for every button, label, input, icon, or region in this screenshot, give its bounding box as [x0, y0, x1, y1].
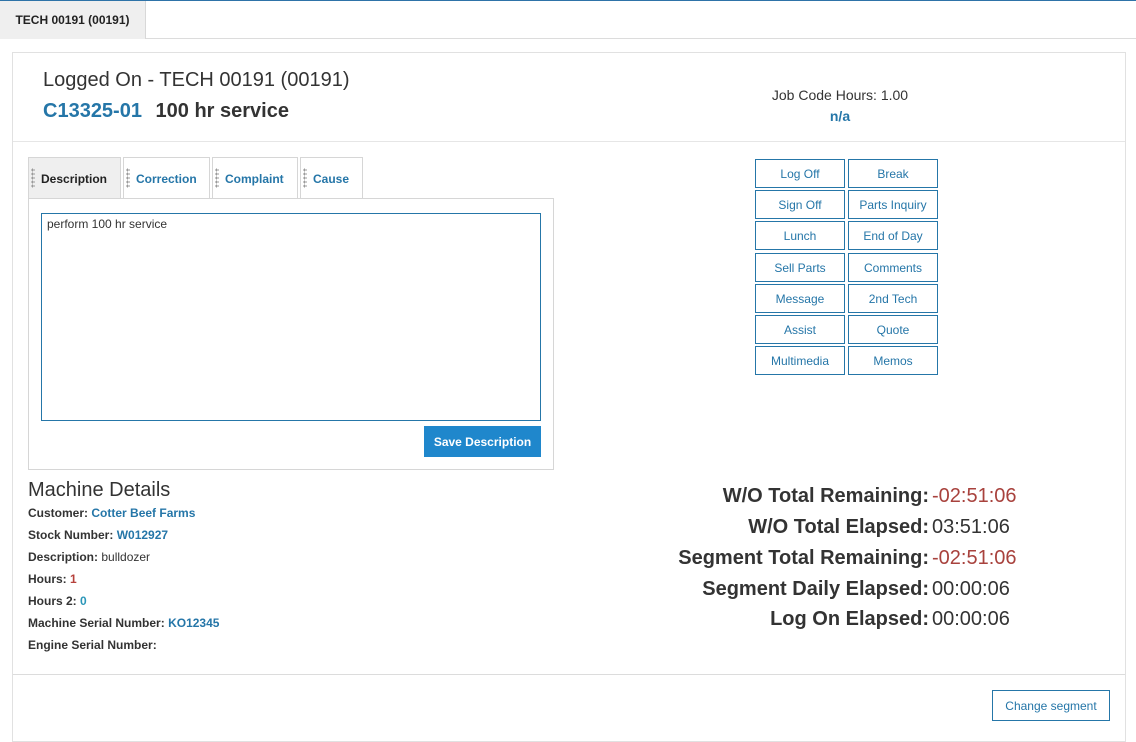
log-off-button[interactable]: Log Off	[755, 159, 845, 188]
log-on-elapsed-label: Log On Elapsed:	[770, 608, 929, 630]
engine-serial-label: Engine Serial Number:	[28, 638, 157, 652]
wo-total-elapsed-label: W/O Total Elapsed:	[748, 516, 929, 538]
tab-description[interactable]: Description	[28, 157, 121, 199]
work-order-number[interactable]: C13325-01	[43, 100, 142, 122]
machine-serial-label: Machine Serial Number:	[28, 616, 165, 630]
hours2-value: 0	[80, 594, 87, 608]
second-tech-button[interactable]: 2nd Tech	[848, 284, 938, 313]
work-order-description: 100 hr service	[155, 100, 289, 122]
hours2-label: Hours 2:	[28, 594, 77, 608]
message-button[interactable]: Message	[755, 284, 845, 313]
log-on-elapsed-value: 00:00:06	[932, 608, 1010, 630]
drag-grip-icon	[215, 168, 219, 188]
machine-serial-link[interactable]: KO12345	[168, 616, 219, 630]
segment-total-remaining-value: -02:51:06	[932, 547, 1017, 569]
machine-serial-row: Machine Serial Number: KO12345	[28, 616, 219, 630]
hours-value: 1	[70, 572, 77, 586]
wo-total-elapsed-value: 03:51:06	[932, 516, 1010, 538]
description-textarea[interactable]: perform 100 hr service	[41, 213, 541, 421]
stock-number-row: Stock Number: W012927	[28, 528, 168, 542]
tab-label: Complaint	[225, 171, 284, 186]
comments-button[interactable]: Comments	[848, 253, 938, 282]
drag-grip-icon	[303, 168, 307, 188]
hours-label: Hours:	[28, 572, 67, 586]
tab-label: Cause	[313, 171, 350, 186]
tab-complaint[interactable]: Complaint	[212, 157, 298, 199]
drag-grip-icon	[31, 168, 35, 188]
top-tab-bar: TECH 00191 (00191)	[0, 0, 1136, 39]
logged-on-title: Logged On - TECH 00191 (00191)	[43, 69, 350, 91]
description-label: Description:	[28, 550, 99, 564]
wo-total-remaining-value: -02:51:06	[932, 485, 1017, 507]
description-value: bulldozer	[101, 550, 151, 564]
tech-tab[interactable]: TECH 00191 (00191)	[0, 1, 146, 39]
save-description-button[interactable]: Save Description	[424, 426, 541, 457]
segment-total-remaining-label: Segment Total Remaining:	[678, 547, 929, 569]
tab-label: Correction	[136, 171, 197, 186]
change-segment-button[interactable]: Change segment	[992, 690, 1110, 721]
segment-daily-elapsed-value: 00:00:06	[932, 578, 1010, 600]
header-divider	[13, 141, 1125, 142]
tab-label: Description	[41, 171, 108, 186]
multimedia-button[interactable]: Multimedia	[755, 346, 845, 375]
lunch-button[interactable]: Lunch	[755, 221, 845, 250]
parts-inquiry-button[interactable]: Parts Inquiry	[848, 190, 938, 219]
description-row: Description: bulldozer	[28, 550, 150, 564]
segment-daily-elapsed-label: Segment Daily Elapsed:	[702, 578, 929, 600]
engine-serial-row: Engine Serial Number:	[28, 638, 157, 652]
sell-parts-button[interactable]: Sell Parts	[755, 253, 845, 282]
assist-button[interactable]: Assist	[755, 315, 845, 344]
memos-button[interactable]: Memos	[848, 346, 938, 375]
stock-number-link[interactable]: W012927	[117, 528, 168, 542]
end-of-day-button[interactable]: End of Day	[848, 221, 938, 250]
quote-button[interactable]: Quote	[848, 315, 938, 344]
customer-link[interactable]: Cotter Beef Farms	[91, 506, 195, 520]
machine-details-title: Machine Details	[28, 479, 171, 501]
job-code-value[interactable]: n/a	[740, 108, 940, 124]
drag-grip-icon	[126, 168, 130, 188]
work-order-panel: Logged On - TECH 00191 (00191) C13325-01…	[12, 52, 1126, 742]
sign-off-button[interactable]: Sign Off	[755, 190, 845, 219]
hours-row: Hours: 1	[28, 572, 77, 586]
customer-row: Customer: Cotter Beef Farms	[28, 506, 195, 520]
tab-cause[interactable]: Cause	[300, 157, 363, 199]
stock-number-label: Stock Number:	[28, 528, 114, 542]
job-code-hours: Job Code Hours: 1.00	[771, 87, 909, 103]
break-button[interactable]: Break	[848, 159, 938, 188]
hours2-row: Hours 2: 0	[28, 594, 87, 608]
wo-total-remaining-label: W/O Total Remaining:	[722, 485, 929, 507]
tab-correction[interactable]: Correction	[123, 157, 210, 199]
description-tab-panel: perform 100 hr service Save Description	[28, 198, 554, 470]
footer-divider	[13, 674, 1125, 675]
work-order-line: C13325-01 100 hr service	[43, 100, 289, 123]
customer-label: Customer:	[28, 506, 89, 520]
